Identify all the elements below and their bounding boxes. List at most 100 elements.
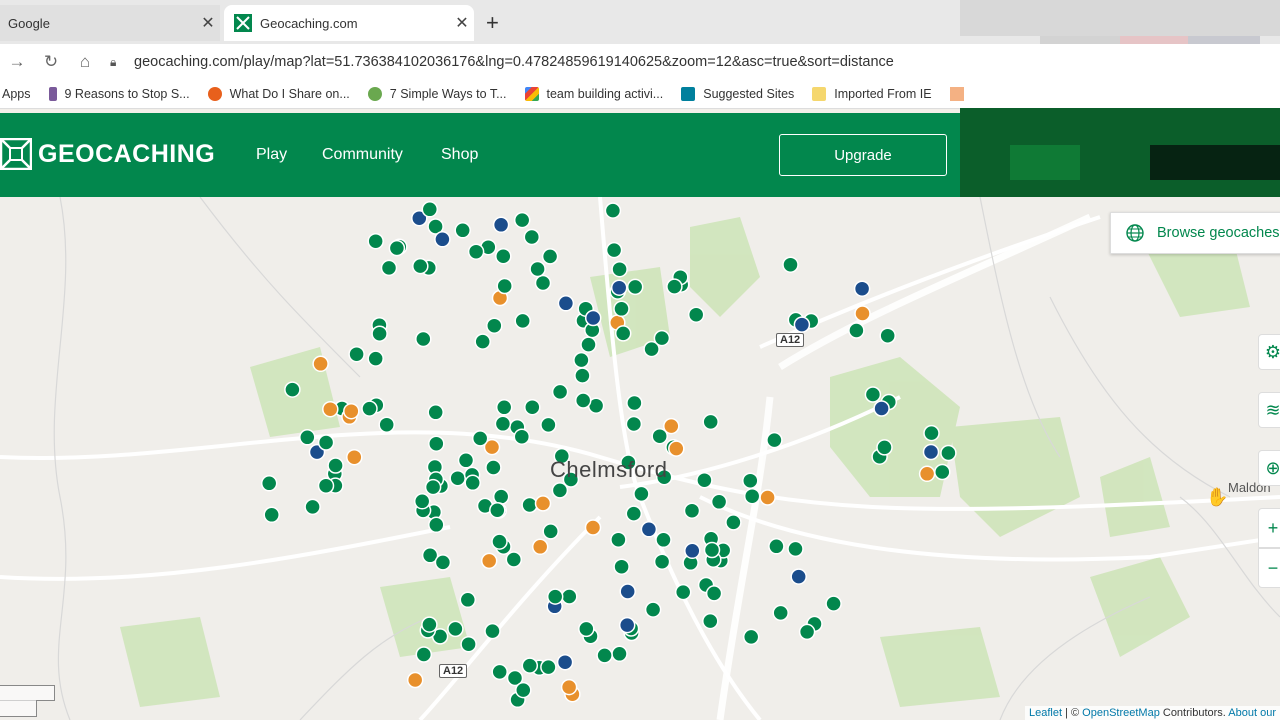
cache-pin[interactable] xyxy=(489,501,506,519)
cache-pin[interactable] xyxy=(412,257,429,275)
new-tab-icon[interactable]: + xyxy=(486,10,499,36)
cache-pin[interactable] xyxy=(696,471,713,489)
cache-pin[interactable] xyxy=(614,325,632,342)
cache-pin[interactable] xyxy=(428,516,445,534)
cache-pin[interactable] xyxy=(793,316,811,333)
cache-pin[interactable] xyxy=(367,350,384,367)
cache-pin[interactable] xyxy=(471,430,489,447)
nav-community[interactable]: Community xyxy=(322,146,403,164)
cache-pin[interactable] xyxy=(415,646,433,663)
cache-pin[interactable] xyxy=(825,595,842,612)
cache-pin[interactable] xyxy=(427,404,444,421)
bookmark-item[interactable]: Suggested Sites xyxy=(681,87,794,101)
cache-pin[interactable] xyxy=(787,540,804,558)
cache-pin[interactable] xyxy=(653,553,671,570)
cache-pin[interactable] xyxy=(578,620,595,638)
cache-pin[interactable] xyxy=(434,554,452,571)
cache-pin[interactable] xyxy=(529,260,546,278)
cache-pin[interactable] xyxy=(561,588,578,605)
cache-pin[interactable] xyxy=(766,431,783,449)
cache-pin[interactable] xyxy=(674,583,692,601)
cache-pin[interactable] xyxy=(580,336,597,353)
cache-pin[interactable] xyxy=(524,398,541,416)
cache-pin[interactable] xyxy=(492,488,510,505)
cache-pin[interactable] xyxy=(534,274,552,292)
cache-pin[interactable] xyxy=(496,277,513,295)
cache-pin[interactable] xyxy=(848,322,865,339)
cache-pin[interactable] xyxy=(327,457,344,474)
cache-pin[interactable] xyxy=(317,434,335,451)
cache-pin[interactable] xyxy=(560,678,578,696)
cache-pin[interactable] xyxy=(480,552,498,570)
cache-pin[interactable] xyxy=(584,309,602,327)
cache-pin[interactable] xyxy=(521,657,539,674)
cache-pin[interactable] xyxy=(494,415,512,433)
cache-pin[interactable] xyxy=(322,400,339,418)
cache-pin[interactable] xyxy=(460,635,477,653)
geocache-map[interactable]: Chelmsford Maldon A12 A12 xyxy=(0,197,1280,720)
cache-pin[interactable] xyxy=(540,658,557,676)
cache-pin[interactable] xyxy=(759,489,776,506)
cache-pin[interactable] xyxy=(523,228,541,246)
cache-pin[interactable] xyxy=(640,521,658,538)
upgrade-button[interactable]: Upgrade xyxy=(779,134,947,176)
cache-pin[interactable] xyxy=(611,645,628,663)
cache-pin[interactable] xyxy=(413,493,431,510)
cache-pin[interactable] xyxy=(853,280,871,297)
cache-pin[interactable] xyxy=(613,300,630,318)
cache-pin[interactable] xyxy=(447,620,464,638)
cache-pin[interactable] xyxy=(705,585,723,602)
cache-pin[interactable] xyxy=(772,604,789,622)
cache-pin[interactable] xyxy=(743,487,761,505)
cache-pin[interactable] xyxy=(317,477,335,494)
cache-pin[interactable] xyxy=(653,329,671,347)
about-link[interactable]: About our xyxy=(1228,707,1276,719)
cache-pin[interactable] xyxy=(683,502,701,519)
cache-pin[interactable] xyxy=(619,583,636,600)
settings-gear-button[interactable]: ⚙ xyxy=(1258,334,1280,370)
cache-pin[interactable] xyxy=(940,444,957,462)
cache-pin[interactable] xyxy=(742,628,760,646)
osm-link[interactable]: OpenStreetMap xyxy=(1082,707,1160,719)
cache-pin[interactable] xyxy=(505,551,523,568)
cache-pin[interactable] xyxy=(574,367,591,384)
cache-pin[interactable] xyxy=(495,399,513,416)
zoom-in-button[interactable]: + xyxy=(1258,508,1280,548)
cache-pin[interactable] xyxy=(873,400,890,417)
tab-google[interactable]: Google ✕ xyxy=(0,5,220,41)
bookmark-item[interactable]: 9 Reasons to Stop S... xyxy=(48,87,190,101)
cache-pin[interactable] xyxy=(655,531,672,549)
bookmark-item[interactable]: Imported From IE xyxy=(812,87,932,101)
back-icon[interactable]: → xyxy=(0,52,34,72)
cache-pin[interactable] xyxy=(918,465,936,483)
cache-pin[interactable] xyxy=(540,416,557,434)
cache-pin[interactable] xyxy=(854,305,871,322)
cache-pin[interactable] xyxy=(666,278,683,295)
browse-geocaches-button[interactable]: Browse geocaches xyxy=(1110,212,1280,254)
cache-pin[interactable] xyxy=(380,259,398,277)
cache-pin[interactable] xyxy=(284,381,301,398)
cache-pin[interactable] xyxy=(371,325,388,342)
cache-pin[interactable] xyxy=(702,612,719,630)
cache-pin[interactable] xyxy=(876,439,893,456)
cache-pin[interactable] xyxy=(531,538,549,556)
cache-pin[interactable] xyxy=(668,440,685,457)
bookmark-apps[interactable]: Apps xyxy=(2,87,31,101)
bookmark-icon[interactable] xyxy=(949,87,964,101)
cache-pin[interactable] xyxy=(361,400,378,417)
cache-pin[interactable] xyxy=(687,306,705,323)
cache-pin[interactable] xyxy=(613,558,630,575)
cache-pin[interactable] xyxy=(934,463,951,481)
cache-pin[interactable] xyxy=(299,429,316,446)
cache-pin[interactable] xyxy=(611,260,628,278)
cache-pin[interactable] xyxy=(459,591,477,609)
home-icon[interactable]: ⌂ xyxy=(68,52,102,72)
cache-pin[interactable] xyxy=(864,386,882,403)
cache-pin[interactable] xyxy=(434,231,451,248)
cache-pin[interactable] xyxy=(542,523,559,540)
cache-pin[interactable] xyxy=(798,623,816,641)
cache-pin[interactable] xyxy=(464,474,481,492)
cache-pin[interactable] xyxy=(557,295,575,312)
cache-pin[interactable] xyxy=(618,616,636,634)
cache-pin[interactable] xyxy=(406,671,424,689)
